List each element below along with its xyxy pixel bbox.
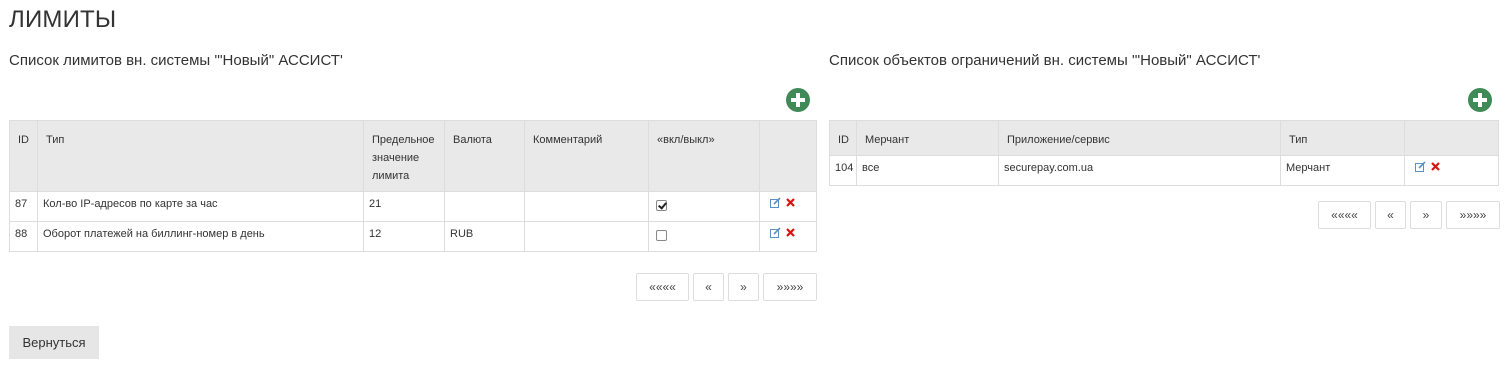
table-row: 87 Кол-во IP-адресов по карте за час 21 (9, 191, 817, 222)
delete-icon[interactable] (786, 197, 795, 211)
cell-actions (1404, 155, 1499, 186)
enabled-checkbox[interactable] (656, 200, 667, 211)
pager-next-button[interactable]: » (728, 273, 759, 301)
limits-table: ID Тип Предельное значение лимита Валюта… (9, 120, 817, 252)
column-header-merchant: Мерчант (856, 120, 999, 156)
cell-currency: RUB (444, 221, 525, 252)
cell-comment (524, 221, 649, 252)
objects-table: ID Мерчант Приложение/сервис Тип 104 все… (829, 120, 1499, 186)
cell-enabled (648, 191, 760, 222)
add-object-button[interactable] (1468, 88, 1492, 112)
cell-type: Кол-во IP-адресов по карте за час (37, 191, 364, 222)
cell-actions (759, 221, 817, 252)
back-button[interactable]: Вернуться (9, 326, 99, 359)
cell-id: 87 (9, 191, 38, 222)
edit-icon[interactable] (770, 197, 781, 212)
column-header-id: ID (9, 120, 38, 192)
pager-last-button[interactable]: »»»» (1446, 201, 1500, 229)
pager-first-button[interactable]: «««« (636, 273, 689, 301)
cell-actions (759, 191, 817, 222)
objects-pagination: «««« « » »»»» (1318, 201, 1500, 229)
cell-type: Мерчант (1280, 155, 1405, 186)
column-header-comment: Комментарий (524, 120, 649, 192)
pager-first-button[interactable]: «««« (1318, 201, 1371, 229)
column-header-actions (759, 120, 817, 192)
cell-app-service: securepay.com.ua (998, 155, 1281, 186)
edit-icon[interactable] (1415, 161, 1426, 176)
objects-section-title: Список объектов ограничений вн. системы … (829, 52, 1261, 69)
table-row: 104 все securepay.com.ua Мерчант (829, 155, 1499, 186)
table-header-row: ID Мерчант Приложение/сервис Тип (829, 120, 1499, 156)
cell-limit: 21 (363, 191, 445, 222)
column-header-id: ID (829, 120, 857, 156)
table-header-row: ID Тип Предельное значение лимита Валюта… (9, 120, 817, 192)
pager-next-button[interactable]: » (1410, 201, 1442, 229)
plus-icon (791, 93, 805, 107)
column-header-type: Тип (1280, 120, 1405, 156)
delete-icon[interactable] (786, 227, 795, 241)
plus-icon (1473, 93, 1487, 107)
cell-id: 88 (9, 221, 38, 252)
column-header-currency: Валюта (444, 120, 525, 192)
cell-enabled (648, 221, 760, 252)
cell-type: Оборот платежей на биллинг-номер в день (37, 221, 364, 252)
edit-icon[interactable] (770, 227, 781, 242)
limits-pagination: «««« « » »»»» (636, 273, 817, 301)
column-header-enabled: «вкл/выкл» (648, 120, 760, 192)
column-header-actions (1404, 120, 1499, 156)
cell-merchant: все (856, 155, 999, 186)
column-header-limit-value: Предельное значение лимита (363, 120, 445, 192)
column-header-app-service: Приложение/сервис (998, 120, 1281, 156)
cell-limit: 12 (363, 221, 445, 252)
cell-currency (444, 191, 525, 222)
pager-prev-button[interactable]: « (1375, 201, 1406, 229)
enabled-checkbox[interactable] (656, 230, 667, 241)
limits-section-title: Список лимитов вн. системы '"Новый" АССИ… (9, 52, 343, 69)
add-limit-button[interactable] (786, 88, 810, 112)
column-header-type: Тип (37, 120, 364, 192)
pager-prev-button[interactable]: « (693, 273, 724, 301)
delete-icon[interactable] (1431, 161, 1440, 175)
table-row: 88 Оборот платежей на биллинг-номер в де… (9, 221, 817, 252)
cell-id: 104 (829, 155, 857, 186)
page-title: ЛИМИТЫ (9, 6, 117, 33)
cell-comment (524, 191, 649, 222)
pager-last-button[interactable]: »»»» (763, 273, 817, 301)
